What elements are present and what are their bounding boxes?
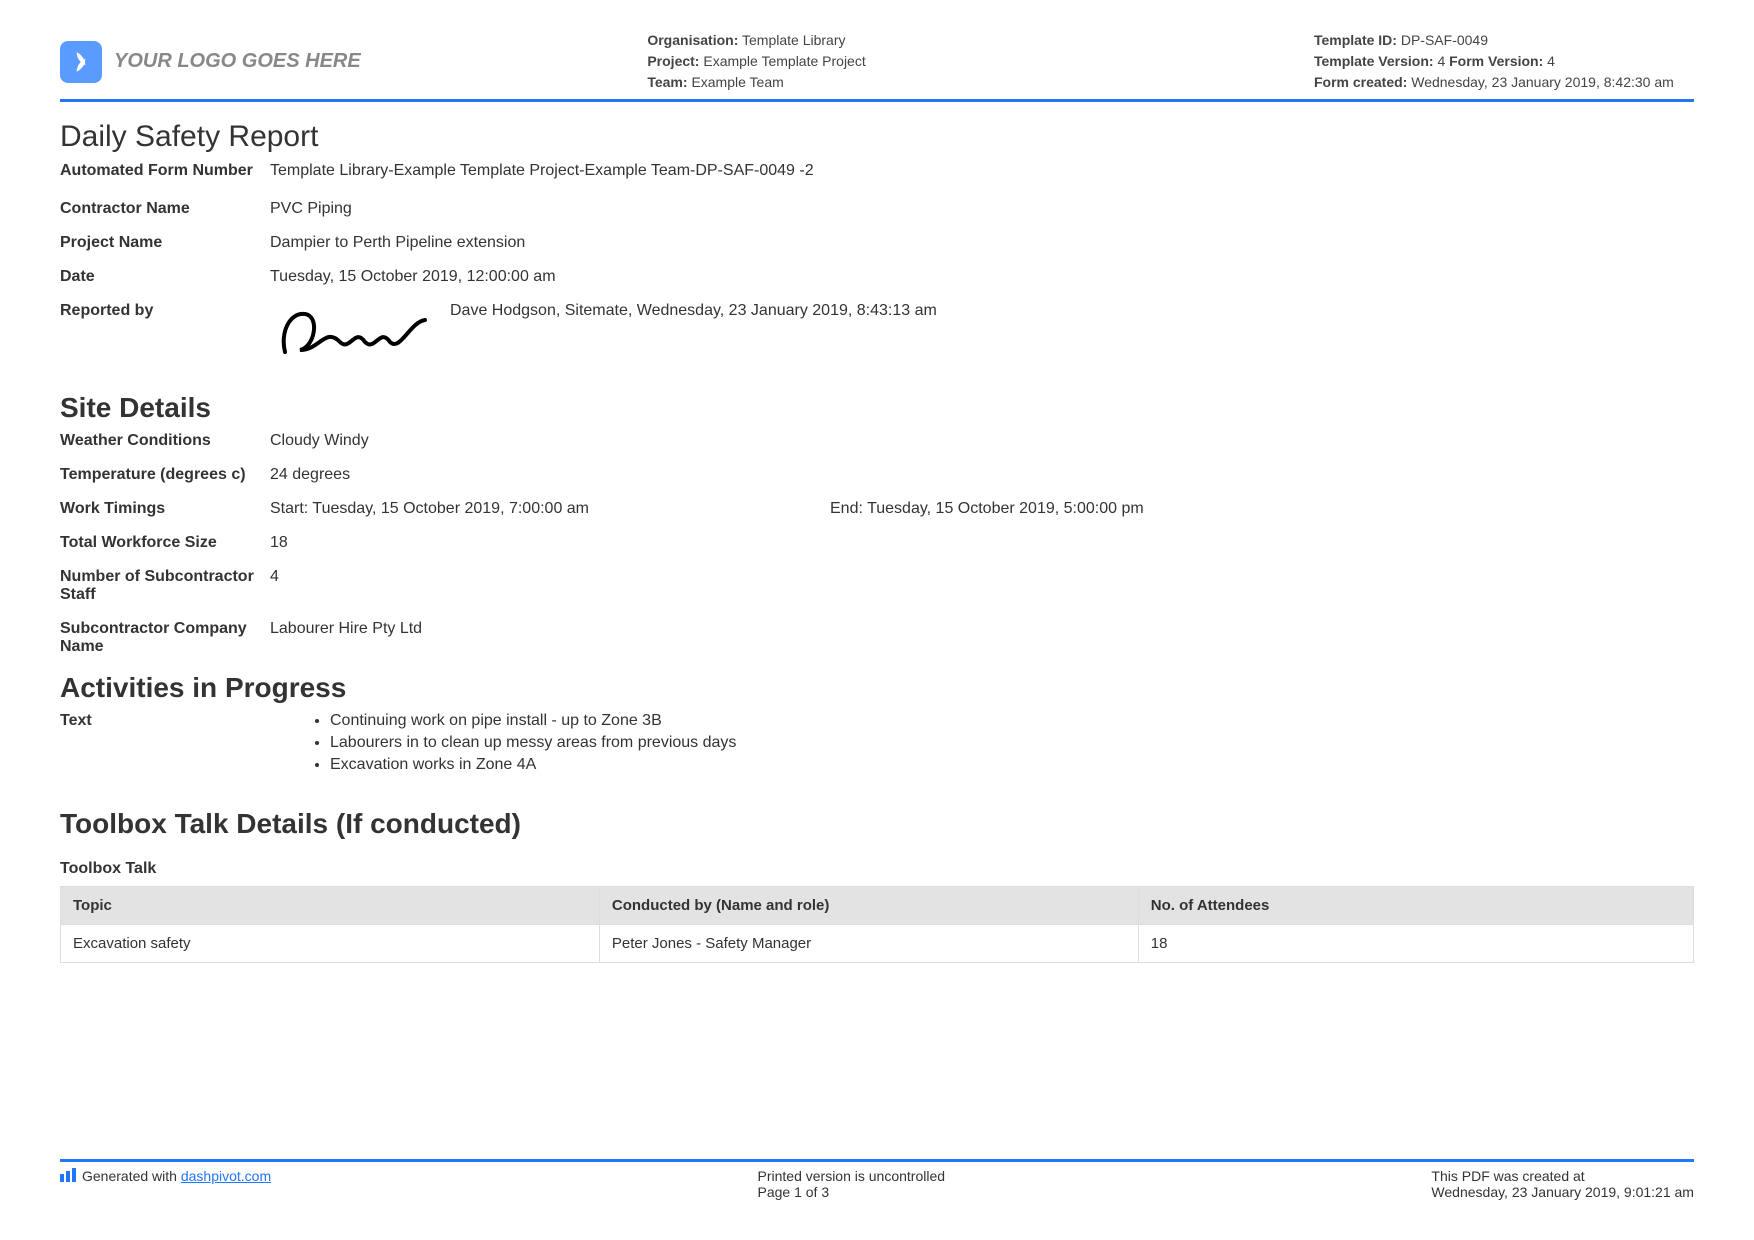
footer-left: Generated with dashpivot.com [60, 1168, 271, 1200]
document-header: YOUR LOGO GOES HERE Organisation: Templa… [60, 30, 1694, 102]
field-date: Date Tuesday, 15 October 2019, 12:00:00 … [60, 268, 1694, 286]
activities-text-label: Text [60, 712, 310, 730]
col-attendees: No. of Attendees [1138, 887, 1693, 925]
document-footer: Generated with dashpivot.com Printed ver… [60, 1159, 1694, 1200]
contractor-value: PVC Piping [270, 200, 1694, 218]
col-topic: Topic [61, 887, 600, 925]
project-value: Example Template Project [703, 53, 865, 69]
field-work-timings: Work Timings Start: Tuesday, 15 October … [60, 500, 1694, 518]
reported-label: Reported by [60, 302, 270, 362]
sub-company-label: Subcontractor Company Name [60, 620, 270, 656]
footer-created-value: Wednesday, 23 January 2019, 9:01:21 am [1431, 1184, 1694, 1200]
cell-conducted-by: Peter Jones - Safety Manager [599, 925, 1138, 963]
footer-link[interactable]: dashpivot.com [181, 1168, 271, 1184]
project-label: Project: [647, 53, 699, 69]
form-version-value: 4 [1547, 53, 1555, 69]
template-version-value: 4 [1437, 53, 1445, 69]
org-value: Template Library [742, 32, 846, 48]
project-name-value: Dampier to Perth Pipeline extension [270, 234, 1694, 252]
activities-list: Continuing work on pipe install - up to … [330, 712, 736, 778]
logo-placeholder-text: YOUR LOGO GOES HERE [114, 50, 361, 73]
field-contractor: Contractor Name PVC Piping [60, 200, 1694, 218]
field-reported-by: Reported by Dave Hodgson, Sitemate, Wedn… [60, 302, 1694, 362]
project-name-label: Project Name [60, 234, 270, 252]
timings-end: End: Tuesday, 15 October 2019, 5:00:00 p… [830, 500, 1144, 518]
activity-item: Continuing work on pipe install - up to … [330, 712, 736, 730]
weather-label: Weather Conditions [60, 432, 270, 450]
toolbox-subheading: Toolbox Talk [60, 860, 1694, 878]
footer-created-label: This PDF was created at [1431, 1168, 1694, 1184]
template-id-label: Template ID: [1314, 32, 1397, 48]
form-created-label: Form created: [1314, 74, 1407, 90]
footer-center: Printed version is uncontrolled Page 1 o… [758, 1168, 946, 1200]
sub-staff-label: Number of Subcontractor Staff [60, 568, 270, 604]
field-afn: Automated Form Number Template Library-E… [60, 162, 1694, 180]
toolbox-heading: Toolbox Talk Details (If conducted) [60, 808, 1694, 840]
timings-start: Start: Tuesday, 15 October 2019, 7:00:00… [270, 500, 790, 518]
footer-right: This PDF was created at Wednesday, 23 Ja… [1431, 1168, 1694, 1200]
activity-item: Excavation works in Zone 4A [330, 756, 736, 774]
footer-gen-prefix: Generated with [82, 1168, 181, 1184]
workforce-value: 18 [270, 534, 1694, 552]
template-version-label: Template Version: [1314, 53, 1434, 69]
activities-heading: Activities in Progress [60, 672, 1694, 704]
footer-uncontrolled: Printed version is uncontrolled [758, 1168, 946, 1184]
cell-attendees: 18 [1138, 925, 1693, 963]
logo-icon [60, 41, 102, 83]
sub-company-value: Labourer Hire Pty Ltd [270, 620, 1694, 656]
signature-icon [270, 302, 430, 362]
temp-label: Temperature (degrees c) [60, 466, 270, 484]
field-workforce: Total Workforce Size 18 [60, 534, 1694, 552]
team-value: Example Team [691, 74, 783, 90]
field-sub-company: Subcontractor Company Name Labourer Hire… [60, 620, 1694, 656]
bars-icon [60, 1168, 76, 1182]
field-temperature: Temperature (degrees c) 24 degrees [60, 466, 1694, 484]
team-label: Team: [647, 74, 687, 90]
header-mid: Organisation: Template Library Project: … [647, 30, 1027, 93]
activity-item: Labourers in to clean up messy areas fro… [330, 734, 736, 752]
temp-value: 24 degrees [270, 466, 1694, 484]
form-version-label: Form Version: [1449, 53, 1543, 69]
field-sub-staff: Number of Subcontractor Staff 4 [60, 568, 1694, 604]
site-details-heading: Site Details [60, 392, 1694, 424]
header-right: Template ID: DP-SAF-0049 Template Versio… [1314, 30, 1694, 93]
weather-value: Cloudy Windy [270, 432, 1694, 450]
date-value: Tuesday, 15 October 2019, 12:00:00 am [270, 268, 1694, 286]
header-left: YOUR LOGO GOES HERE [60, 30, 361, 93]
page-title: Daily Safety Report [60, 120, 1694, 154]
template-id-value: DP-SAF-0049 [1401, 32, 1488, 48]
date-label: Date [60, 268, 270, 286]
timings-label: Work Timings [60, 500, 270, 518]
reported-value: Dave Hodgson, Sitemate, Wednesday, 23 Ja… [450, 302, 937, 320]
sub-staff-value: 4 [270, 568, 1694, 604]
toolbox-table: Topic Conducted by (Name and role) No. o… [60, 886, 1694, 963]
form-created-value: Wednesday, 23 January 2019, 8:42:30 am [1411, 74, 1674, 90]
org-label: Organisation: [647, 32, 738, 48]
contractor-label: Contractor Name [60, 200, 270, 218]
afn-value: Template Library-Example Template Projec… [270, 162, 1694, 180]
col-conducted-by: Conducted by (Name and role) [599, 887, 1138, 925]
cell-topic: Excavation safety [61, 925, 600, 963]
field-project: Project Name Dampier to Perth Pipeline e… [60, 234, 1694, 252]
table-row: Excavation safety Peter Jones - Safety M… [61, 925, 1694, 963]
footer-page: Page 1 of 3 [758, 1184, 946, 1200]
afn-label: Automated Form Number [60, 162, 270, 180]
activities-row: Text Continuing work on pipe install - u… [60, 712, 1694, 778]
workforce-label: Total Workforce Size [60, 534, 270, 552]
field-weather: Weather Conditions Cloudy Windy [60, 432, 1694, 450]
table-header-row: Topic Conducted by (Name and role) No. o… [61, 887, 1694, 925]
